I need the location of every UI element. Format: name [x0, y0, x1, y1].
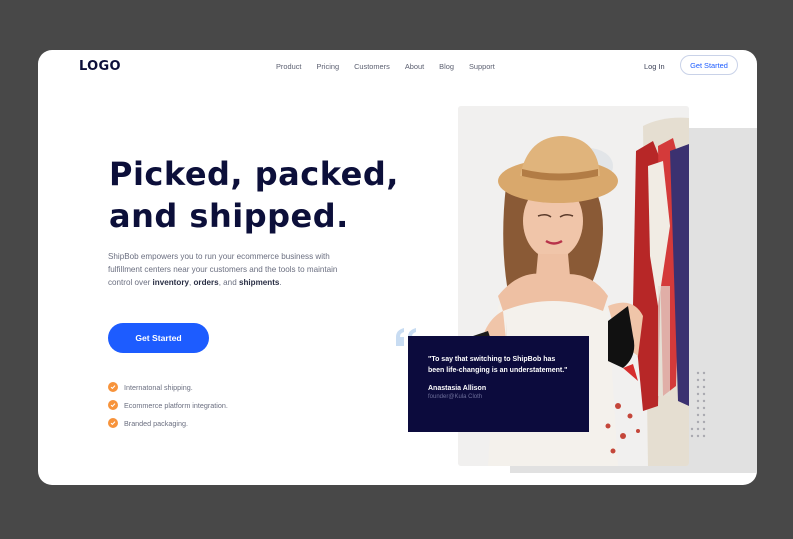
hero-title: Picked, packed, and shipped.: [109, 153, 399, 237]
nav-pricing[interactable]: Pricing: [316, 62, 339, 71]
testimonial-role: founder@Kula Cloth: [428, 394, 483, 400]
nav-product[interactable]: Product: [276, 62, 301, 71]
hero-get-started-button[interactable]: Get Started: [108, 323, 209, 353]
nav-support[interactable]: Support: [469, 62, 495, 71]
nav-about[interactable]: About: [405, 62, 424, 71]
logo[interactable]: LOGO: [79, 59, 121, 74]
feature-item: Branded packaging.: [108, 414, 228, 432]
feature-label: Internatonal shipping.: [124, 382, 193, 392]
feature-label: Ecommerce platform integration.: [124, 400, 228, 410]
desc-end: .: [279, 278, 282, 287]
check-icon: [108, 400, 118, 410]
testimonial-card: "To say that switching to ShipBob has be…: [408, 336, 589, 432]
nav-blog[interactable]: Blog: [439, 62, 454, 71]
hero-title-line-1: Picked, packed,: [109, 155, 399, 193]
hero-title-line-2: and shipped.: [109, 197, 349, 235]
feature-list: Internatonal shipping. Ecommerce platfor…: [108, 378, 228, 432]
desc-shipments: shipments: [238, 278, 280, 287]
desc-and: , and: [218, 278, 239, 287]
main-nav: Product Pricing Customers About Blog Sup…: [276, 62, 510, 71]
desc-inventory: inventory: [152, 278, 189, 287]
testimonial-quote: "To say that switching to ShipBob has be…: [428, 356, 568, 374]
check-icon: [108, 382, 118, 392]
feature-item: Ecommerce platform integration.: [108, 396, 228, 414]
feature-label: Branded packaging.: [124, 418, 188, 428]
nav-customers[interactable]: Customers: [354, 62, 390, 71]
desc-orders: orders: [193, 278, 219, 287]
login-link[interactable]: Log In: [644, 62, 665, 71]
check-icon: [108, 418, 118, 428]
testimonial-name: Anastasia Allison: [428, 385, 487, 392]
landing-page-card: LOGO Product Pricing Customers About Blo…: [38, 50, 757, 485]
header-get-started-button[interactable]: Get Started: [680, 55, 738, 75]
feature-item: Internatonal shipping.: [108, 378, 228, 396]
hero-description: ShipBob empowers you to run your ecommer…: [108, 250, 350, 289]
